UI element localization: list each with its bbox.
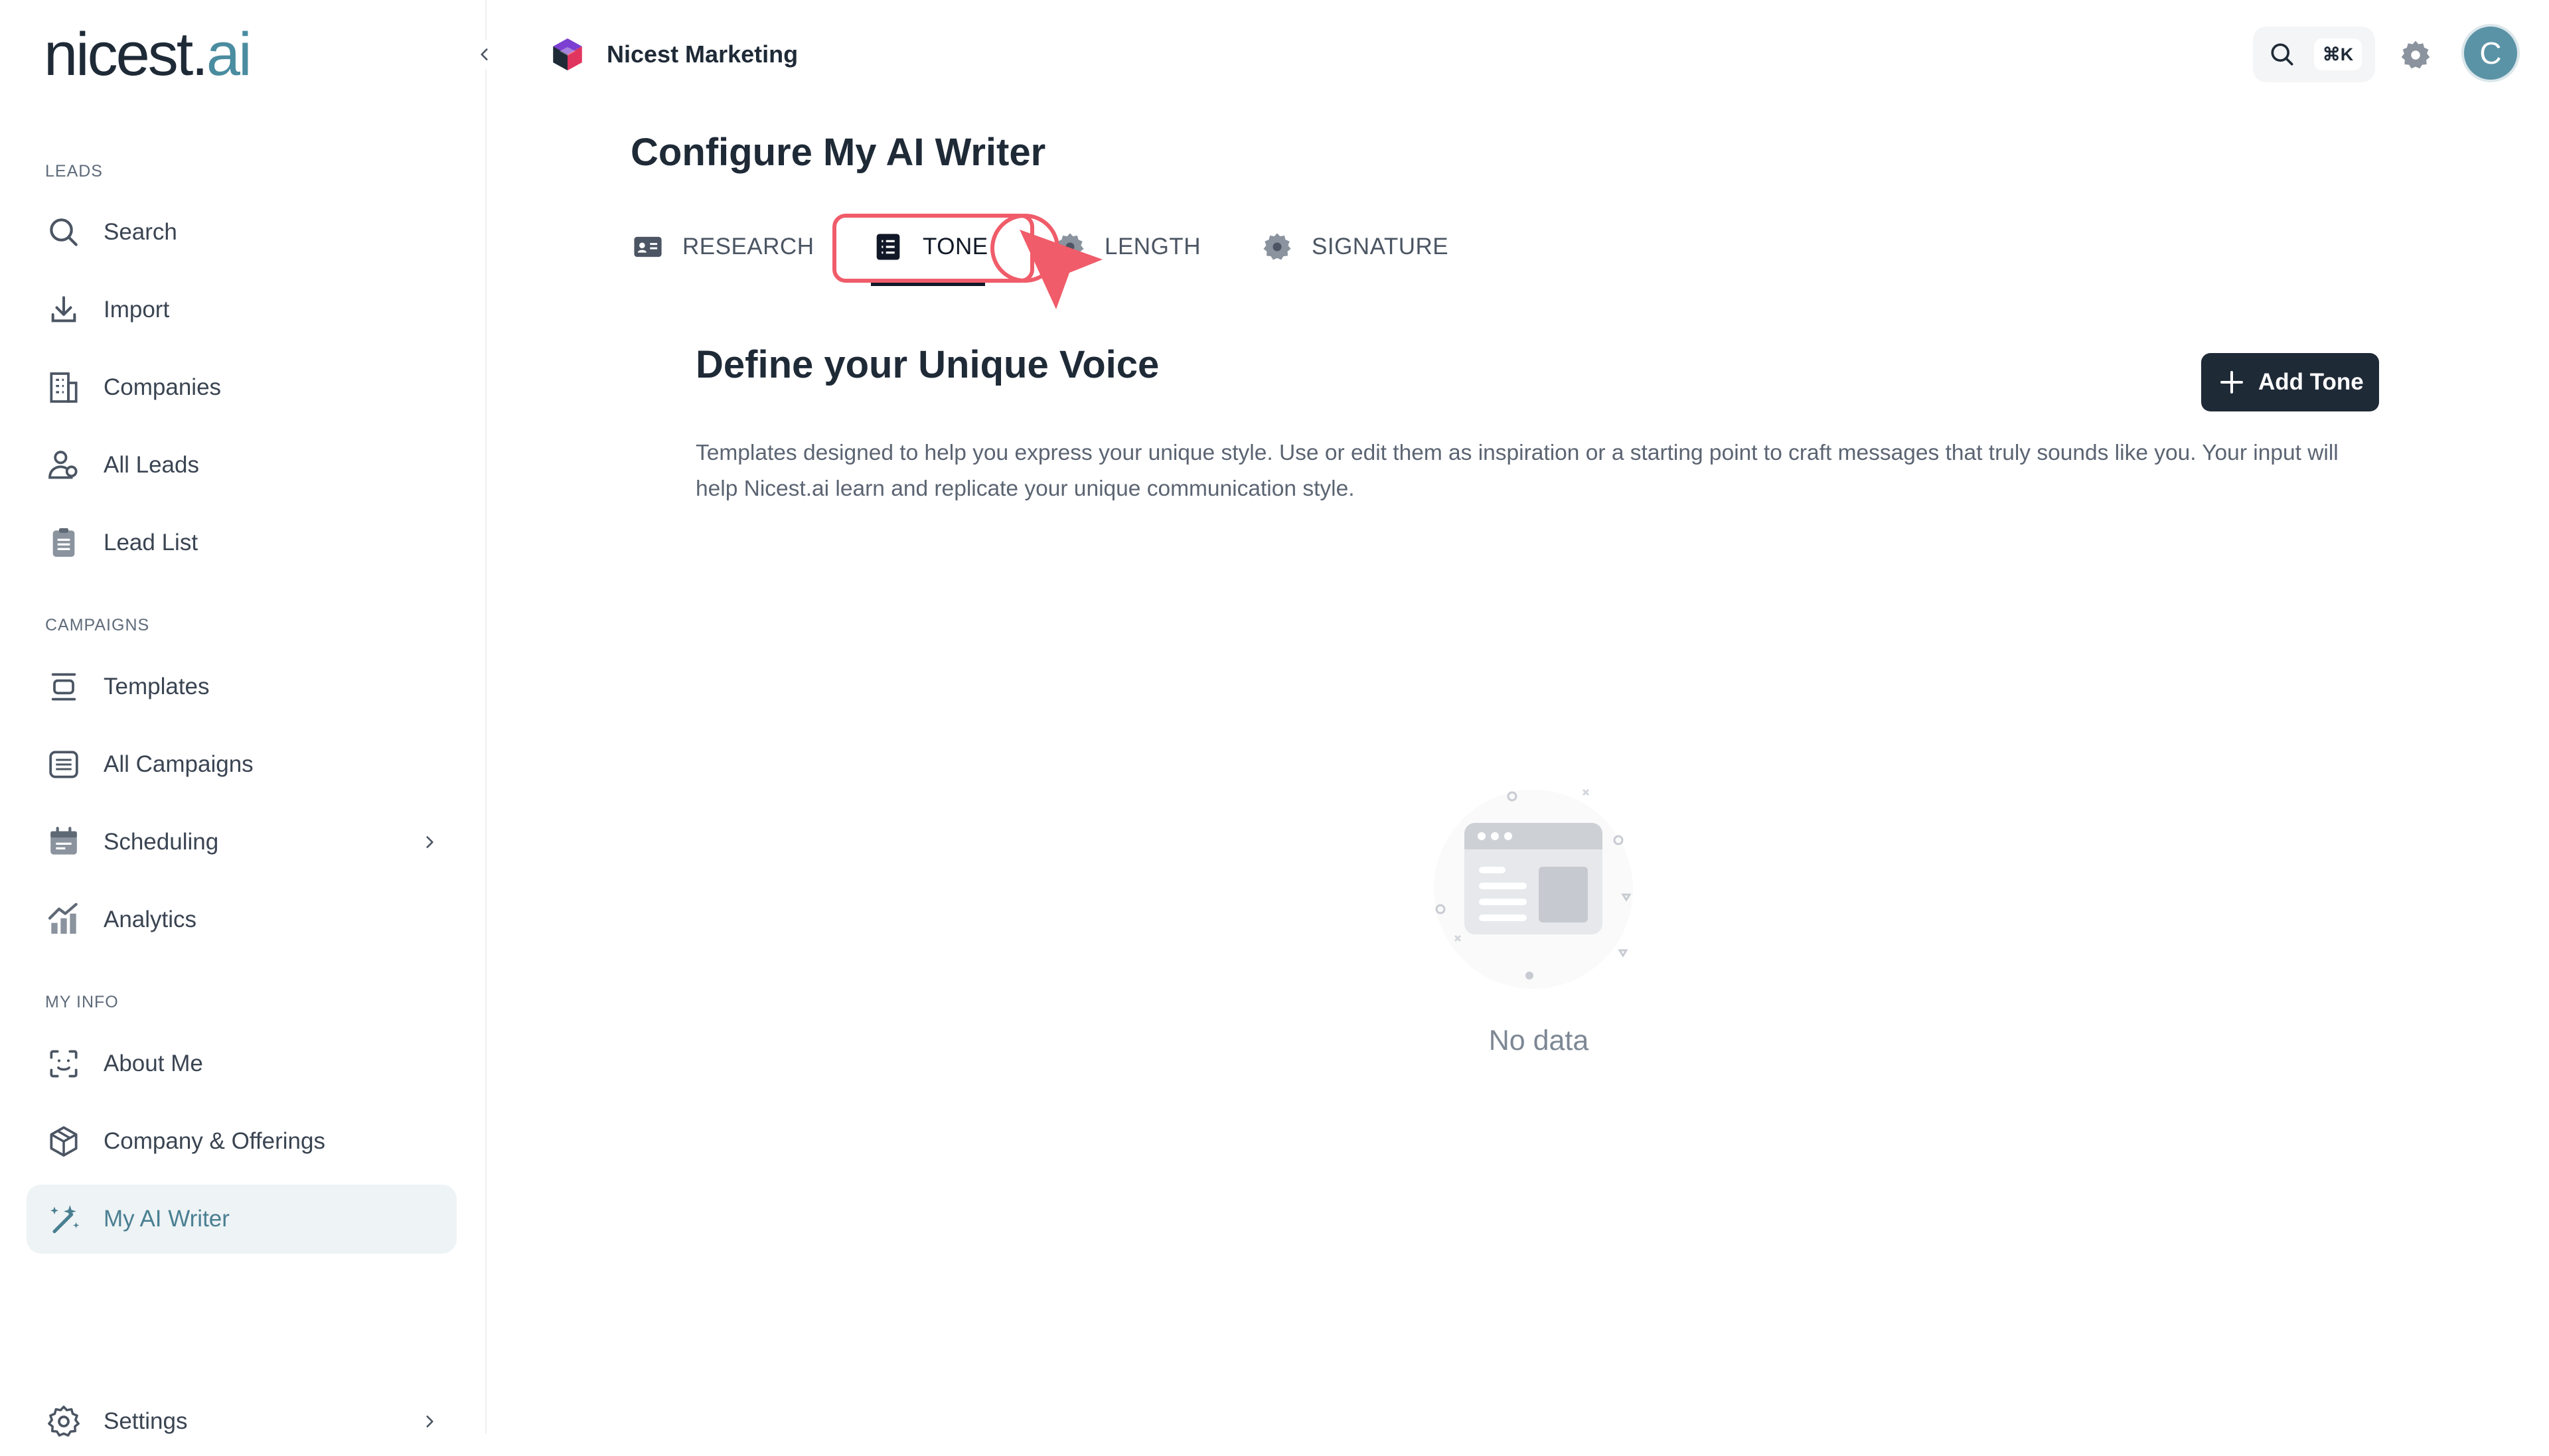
pointer-cursor-icon xyxy=(1020,230,1103,309)
sidebar-item-lead-list[interactable]: Lead List xyxy=(27,508,457,577)
empty-state-text: No data xyxy=(1488,1025,1589,1056)
tab-signature[interactable]: SIGNATURE xyxy=(1260,223,1448,271)
chevron-right-icon xyxy=(426,1416,433,1427)
user-avatar[interactable]: C xyxy=(2461,24,2520,82)
sidebar-item-label: My AI Writer xyxy=(104,1206,230,1232)
sidebar-item-about-me[interactable]: About Me xyxy=(27,1029,457,1098)
section-title: Define your Unique Voice xyxy=(696,343,1160,386)
sidebar-item-label: All Campaigns xyxy=(104,751,254,777)
section-description: Templates designed to help you express y… xyxy=(696,441,2339,501)
tab-label: SIGNATURE xyxy=(1312,234,1449,259)
calendar-icon xyxy=(50,826,77,855)
sidebar-item-label: About Me xyxy=(104,1051,203,1076)
chevron-right-icon xyxy=(426,836,433,848)
users-icon xyxy=(48,451,78,479)
tab-research[interactable]: RESEARCH xyxy=(631,223,814,271)
sidebar-item-label: Search xyxy=(104,219,177,245)
sidebar-item-scheduling[interactable]: Scheduling xyxy=(27,808,457,877)
section-label-campaigns: CAMPAIGNS xyxy=(45,616,150,634)
sidebar-item-all-leads[interactable]: All Leads xyxy=(27,431,457,500)
nicest-logo[interactable]: nicest.ai xyxy=(44,24,252,85)
sidebar-item-settings[interactable]: Settings xyxy=(27,1387,457,1456)
tab-label: RESEARCH xyxy=(682,234,814,259)
analytics-chart-icon xyxy=(48,903,78,934)
sidebar-item-label: Scheduling xyxy=(104,829,219,855)
sidebar-item-label: All Leads xyxy=(104,452,199,478)
workspace-name: Nicest Marketing xyxy=(607,40,799,68)
sidebar-item-label: Import xyxy=(104,297,170,323)
workspace-logo-icon xyxy=(553,38,582,71)
sidebar-item-label: Companies xyxy=(104,374,222,400)
sidebar-item-label: Templates xyxy=(104,674,210,699)
id-card-icon xyxy=(634,236,662,257)
face-scan-icon xyxy=(50,1050,78,1078)
section-label-my-info: MY INFO xyxy=(45,993,119,1011)
global-search-button[interactable]: ⌘K xyxy=(2253,27,2375,82)
page-title: Configure My AI Writer xyxy=(631,131,1046,174)
add-tone-button[interactable]: Add Tone xyxy=(2201,353,2379,411)
template-icon xyxy=(51,673,76,701)
package-box-icon xyxy=(50,1126,78,1157)
sidebar-item-all-campaigns[interactable]: All Campaigns xyxy=(27,730,457,799)
workspace-switcher[interactable]: Nicest Marketing xyxy=(548,33,798,76)
sidebar-item-my-ai-writer[interactable]: My AI Writer xyxy=(27,1185,457,1254)
active-tab-indicator xyxy=(871,283,985,286)
add-tone-label: Add Tone xyxy=(2258,369,2364,395)
sidebar: nicest.ai LEADS Search Import Companies … xyxy=(0,0,499,1437)
sidebar-item-companies[interactable]: Companies xyxy=(27,353,457,422)
magic-wand-icon xyxy=(50,1205,80,1234)
tab-label: LENGTH xyxy=(1105,234,1201,259)
inbox-icon xyxy=(49,751,78,778)
sidebar-item-analytics[interactable]: Analytics xyxy=(27,885,457,954)
sidebar-item-label: Settings xyxy=(104,1408,188,1434)
sidebar-item-label: Analytics xyxy=(104,907,197,932)
sidebar-item-templates[interactable]: Templates xyxy=(27,652,457,721)
section-label-leads: LEADS xyxy=(45,162,103,181)
sidebar-item-label: Company & Offerings xyxy=(104,1128,325,1154)
sidebar-item-import[interactable]: Import xyxy=(27,275,457,344)
clipboard-list-icon xyxy=(52,528,75,557)
plus-icon xyxy=(2220,371,2243,394)
keyboard-shortcut-badge: ⌘K xyxy=(2314,38,2362,70)
sidebar-item-label: Lead List xyxy=(104,530,198,555)
search-icon xyxy=(2271,43,2293,66)
empty-state-illustration-icon xyxy=(1434,788,1633,989)
search-icon xyxy=(50,218,78,246)
settings-gear-icon[interactable] xyxy=(2398,37,2433,73)
building-icon xyxy=(50,372,78,403)
sidebar-item-search[interactable]: Search xyxy=(27,198,457,267)
download-icon xyxy=(51,296,76,323)
gear-icon xyxy=(48,1406,80,1437)
collapse-sidebar-button[interactable] xyxy=(470,40,499,69)
chevron-left-icon xyxy=(481,48,488,60)
gear-icon xyxy=(1263,233,1291,260)
sidebar-item-company-offerings[interactable]: Company & Offerings xyxy=(27,1107,457,1176)
